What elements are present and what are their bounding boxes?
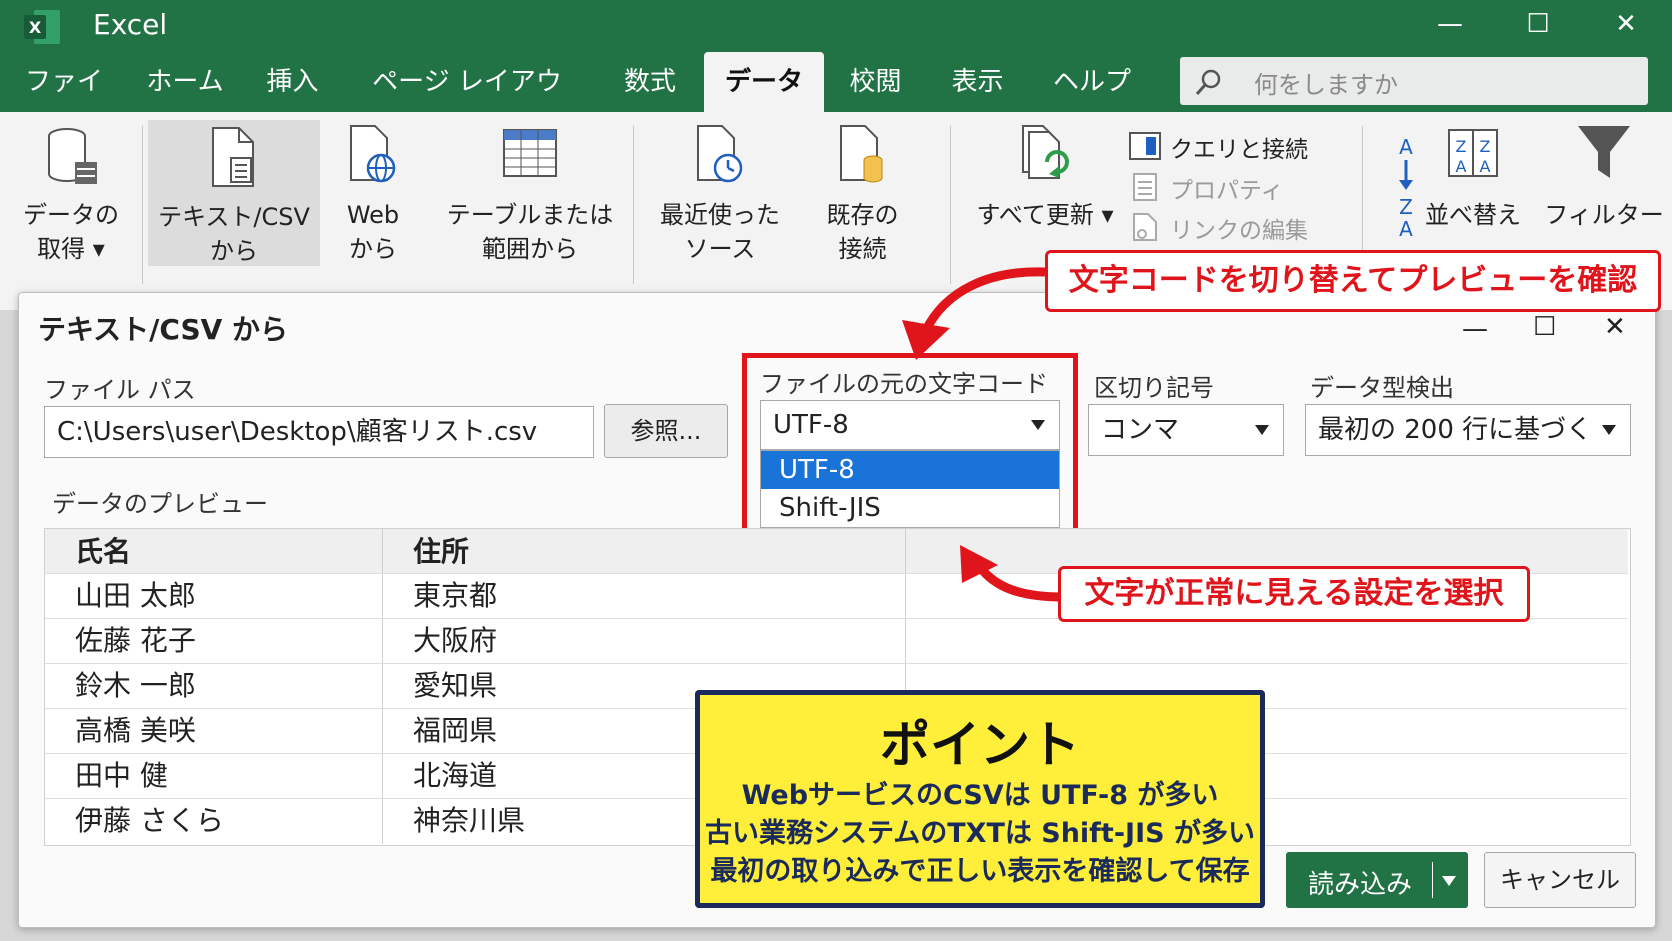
recent-sources-button[interactable]: 最近使った ソース [650,122,790,264]
search-placeholder: 何をしますか [1254,71,1398,99]
encoding-highlight-box [742,353,1078,539]
tab-file[interactable]: ファイル [14,52,114,157]
svg-text:Z: Z [1480,137,1491,156]
tab-help[interactable]: ヘルプ [1046,52,1138,112]
split-divider [1432,862,1433,898]
delimiter-label: 区切り記号 [1094,374,1214,402]
sort-button[interactable]: ZZAA 並べ替え [1418,122,1528,264]
properties-button[interactable]: プロパティ [1128,172,1284,208]
dialog-close-button[interactable]: ✕ [1604,312,1626,342]
type-detect-label: データ型検出 [1310,374,1454,402]
tab-formulas[interactable]: 数式 [608,52,692,112]
svg-text:A: A [1399,217,1413,241]
close-button[interactable]: ✕ [1606,4,1646,44]
existing-connections-button[interactable]: 既存の 接続 [810,122,915,264]
svg-text:A: A [1399,135,1413,159]
maximize-button[interactable]: ☐ [1518,4,1558,44]
search-icon [1194,67,1224,101]
svg-text:X: X [29,18,42,37]
text-csv-button[interactable]: テキスト/CSV から [148,120,320,266]
refresh-all-button[interactable]: すべて更新 ▾ [975,122,1115,234]
svg-text:Z: Z [1399,195,1413,219]
title-bar [0,0,1672,52]
load-button[interactable]: 読み込み [1286,852,1468,908]
table-grid-icon [440,122,620,198]
point-line: 古い業務システムのTXTは Shift-JIS が多い [705,818,1255,849]
excel-logo-icon: X [22,8,62,46]
text-file-icon [148,120,320,200]
ribbon-separator [142,126,143,284]
chevron-down-icon [1255,425,1269,435]
load-dropdown-icon[interactable] [1442,876,1456,886]
table-cell-address: 東京都 [413,579,498,612]
preview-label: データのプレビュー [52,490,268,518]
queries-connections-button[interactable]: クエリと接続 [1128,131,1308,167]
type-detect-select[interactable]: 最初の 200 行に基づく [1305,404,1631,456]
tab-data[interactable]: データ [704,52,824,112]
table-header-name: 氏名 [75,535,132,568]
web-button[interactable]: Web から [330,122,416,264]
point-title: ポイント [880,716,1080,774]
file-path-label: ファイル パス [44,376,196,404]
tab-review[interactable]: 校閲 [838,52,913,112]
table-range-button[interactable]: テーブルまたは 範囲から [440,122,620,264]
app-title: Excel [93,8,168,41]
point-line: WebサービスのCSVは UTF-8 が多い [741,780,1219,811]
point-box: ポイント WebサービスのCSVは UTF-8 が多い 古い業務システムのTXT… [695,690,1265,908]
table-cell-name: 田中 健 [75,759,168,792]
sort-icon: ZZAA [1418,122,1528,198]
tab-page-layout[interactable]: ページ レイアウト [362,52,572,157]
edit-links-icon [1128,212,1162,251]
table-cell-name: 佐藤 花子 [75,624,196,657]
web-globe-icon [330,122,416,198]
callout-select-setting: 文字が正常に見える設定を選択 [1058,566,1530,622]
tab-insert[interactable]: 挿入 [255,52,330,112]
delimiter-select[interactable]: コンマ [1088,404,1284,456]
table-header-address: 住所 [413,535,470,568]
dialog-title: テキスト/CSV から [38,313,289,346]
table-cell-name: 山田 太郎 [75,579,196,612]
table-cell-name: 鈴木 一郎 [75,669,196,702]
refresh-icon [975,122,1115,198]
properties-icon [1128,172,1162,211]
database-icon [10,122,132,198]
arrow-to-encoding-icon [902,267,1046,360]
table-cell-address: 大阪府 [413,624,498,657]
tab-view[interactable]: 表示 [940,52,1015,112]
table-cell-name: 高橋 美咲 [75,714,196,747]
minimize-button[interactable]: — [1430,4,1470,44]
dialog-maximize-button[interactable]: ☐ [1533,312,1556,342]
queries-icon [1128,131,1162,170]
connection-file-icon [810,122,915,198]
get-data-button[interactable]: データの 取得 ▾ [10,122,132,264]
filter-funnel-icon [1540,122,1668,198]
svg-text:A: A [1480,157,1491,176]
file-path-input[interactable]: C:\Users\user\Desktop\顧客リスト.csv [44,406,594,458]
search-box[interactable]: 何をしますか [1180,57,1648,105]
clock-file-icon [650,122,790,198]
callout-switch-encoding: 文字コードを切り替えてプレビューを確認 [1045,250,1661,312]
filter-button[interactable]: フィルター [1540,122,1668,264]
point-line: 最初の取り込みで正しい表示を確認して保存 [710,856,1250,887]
edit-links-button[interactable]: リンクの編集 [1128,212,1308,248]
dialog-minimize-button[interactable]: — [1462,314,1488,344]
svg-text:Z: Z [1456,137,1467,156]
svg-text:A: A [1456,157,1467,176]
arrow-to-dropdown-icon [960,545,1063,602]
browse-button[interactable]: 参照... [604,404,728,458]
ribbon-separator [633,126,634,284]
cancel-button[interactable]: キャンセル [1484,852,1636,908]
tab-home[interactable]: ホーム [135,52,235,112]
table-cell-name: 伊藤 さくら [75,804,224,837]
chevron-down-icon [1602,425,1616,435]
